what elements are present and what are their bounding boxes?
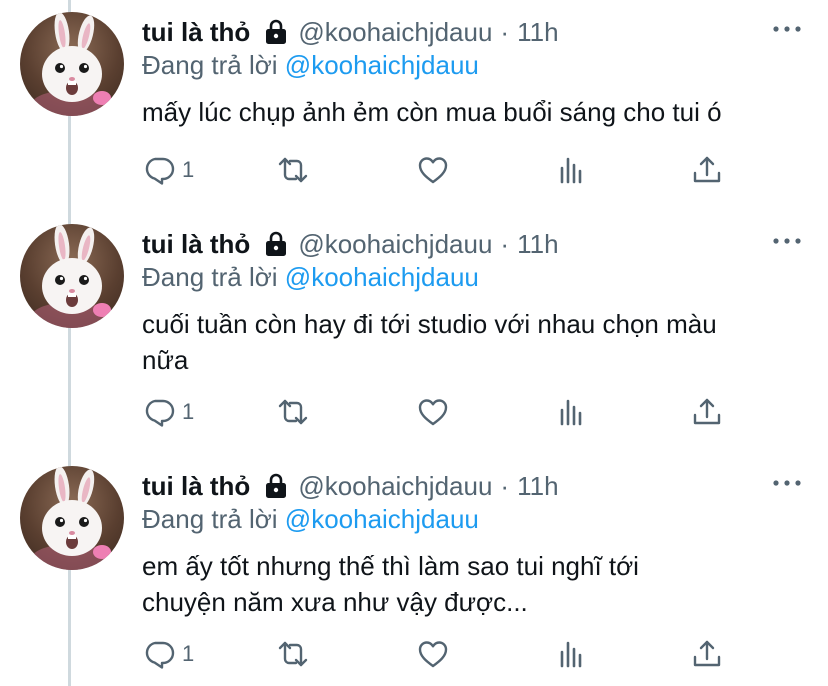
tweet-text-line: chuyện năm xưa như vậy được... xyxy=(142,587,528,617)
share-button[interactable] xyxy=(690,394,724,430)
analytics-icon xyxy=(554,637,588,671)
reply-button[interactable]: 1 xyxy=(142,394,194,430)
action-bar: 1 xyxy=(142,152,742,188)
action-bar: 1 xyxy=(142,394,742,430)
avatar[interactable] xyxy=(20,12,124,116)
tweet-text: mấy lúc chụp ảnh ẻm còn mua buổi sáng ch… xyxy=(142,94,812,130)
retweet-button[interactable] xyxy=(276,636,310,672)
retweet-button[interactable] xyxy=(276,152,310,188)
lock-icon xyxy=(264,19,288,45)
like-button[interactable] xyxy=(416,636,450,672)
retweet-icon xyxy=(276,637,310,671)
separator: · xyxy=(500,16,510,47)
like-button[interactable] xyxy=(416,394,450,430)
author-name[interactable]: tui là thỏ xyxy=(142,229,250,260)
reply-icon xyxy=(142,153,176,187)
timestamp[interactable]: 11h xyxy=(517,229,558,260)
like-button[interactable] xyxy=(416,152,450,188)
author-handle[interactable]: @koohaichjdauu xyxy=(298,17,492,48)
separator: · xyxy=(500,228,510,259)
reply-icon xyxy=(142,637,176,671)
reply-context: Đang trả lời @koohaichjdauu xyxy=(142,504,479,535)
tweet[interactable]: tui là thỏ @koohaichjdauu · 11h Đang trả… xyxy=(0,212,828,454)
author-name[interactable]: tui là thỏ xyxy=(142,471,250,502)
heart-icon xyxy=(416,637,450,671)
reply-icon xyxy=(142,395,176,429)
avatar[interactable] xyxy=(20,224,124,328)
reply-mention-link[interactable]: @koohaichjdauu xyxy=(285,262,479,292)
share-button[interactable] xyxy=(690,636,724,672)
reply-context: Đang trả lời @koohaichjdauu xyxy=(142,50,479,81)
timestamp[interactable]: 11h xyxy=(517,471,558,502)
tweet-text-line: nữa xyxy=(142,345,189,375)
separator: · xyxy=(500,470,510,501)
avatar[interactable] xyxy=(20,466,124,570)
tweet[interactable]: tui là thỏ @koohaichjdauu · 11h Đang trả… xyxy=(0,0,828,212)
reply-count: 1 xyxy=(182,399,195,424)
retweet-button[interactable] xyxy=(276,394,310,430)
lock-icon xyxy=(264,473,288,499)
reply-prefix: Đang trả lời xyxy=(142,504,278,534)
analytics-button[interactable] xyxy=(554,636,588,672)
action-bar: 1 xyxy=(142,636,742,672)
tweet-header: tui là thỏ @koohaichjdauu · 11h xyxy=(142,14,559,50)
reply-mention-link[interactable]: @koohaichjdauu xyxy=(285,50,479,80)
tweet-text: cuối tuần còn hay đi tới studio với nhau… xyxy=(142,306,812,378)
more-icon[interactable] xyxy=(772,476,802,490)
tweet-text: em ấy tốt nhưng thế thì làm sao tui nghĩ… xyxy=(142,548,812,620)
author-handle[interactable]: @koohaichjdauu xyxy=(298,471,492,502)
analytics-button[interactable] xyxy=(554,152,588,188)
tweet-header: tui là thỏ @koohaichjdauu · 11h xyxy=(142,226,559,262)
reply-prefix: Đang trả lời xyxy=(142,262,278,292)
retweet-icon xyxy=(276,395,310,429)
author-handle[interactable]: @koohaichjdauu xyxy=(298,229,492,260)
reply-mention-link[interactable]: @koohaichjdauu xyxy=(285,504,479,534)
share-button[interactable] xyxy=(690,152,724,188)
more-icon[interactable] xyxy=(772,22,802,36)
analytics-button[interactable] xyxy=(554,394,588,430)
reply-button[interactable]: 1 xyxy=(142,152,194,188)
author-name[interactable]: tui là thỏ xyxy=(142,17,250,48)
reply-count: 1 xyxy=(182,641,195,666)
share-icon xyxy=(690,153,724,187)
tweet-text-line: cuối tuần còn hay đi tới studio với nhau… xyxy=(142,309,717,339)
heart-icon xyxy=(416,153,450,187)
share-icon xyxy=(690,395,724,429)
tweet-text-line: mấy lúc chụp ảnh ẻm còn mua buổi sáng ch… xyxy=(142,97,722,127)
reply-button[interactable]: 1 xyxy=(142,636,194,672)
analytics-icon xyxy=(554,153,588,187)
reply-count: 1 xyxy=(182,157,195,182)
share-icon xyxy=(690,637,724,671)
tweet[interactable]: tui là thỏ @koohaichjdauu · 11h Đang trả… xyxy=(0,454,828,686)
retweet-icon xyxy=(276,153,310,187)
reply-context: Đang trả lời @koohaichjdauu xyxy=(142,262,479,293)
tweet-header: tui là thỏ @koohaichjdauu · 11h xyxy=(142,468,559,504)
heart-icon xyxy=(416,395,450,429)
reply-prefix: Đang trả lời xyxy=(142,50,278,80)
more-icon[interactable] xyxy=(772,234,802,248)
lock-icon xyxy=(264,231,288,257)
tweet-text-line: em ấy tốt nhưng thế thì làm sao tui nghĩ… xyxy=(142,551,639,581)
analytics-icon xyxy=(554,395,588,429)
timestamp[interactable]: 11h xyxy=(517,17,558,48)
